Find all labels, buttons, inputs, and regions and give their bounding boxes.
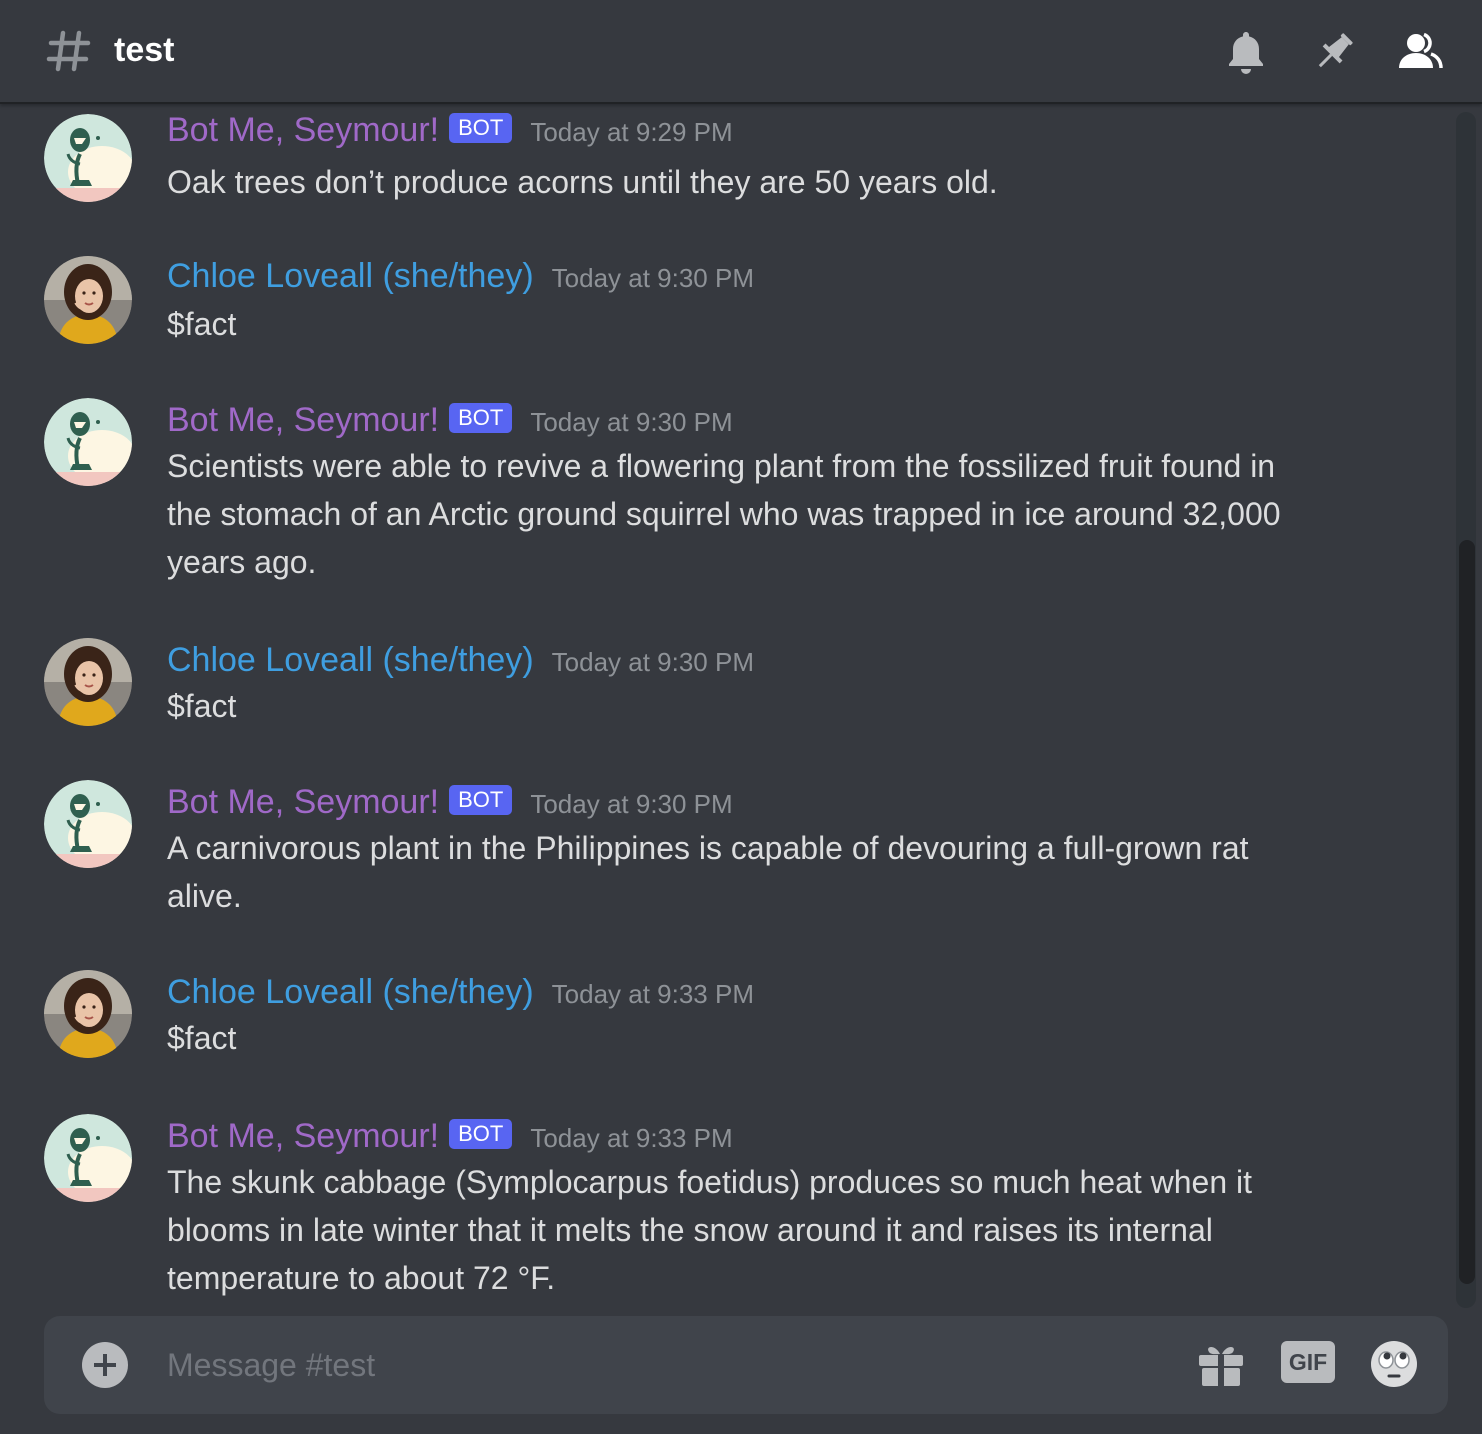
message-timestamp[interactable]: Today at 9:30 PM xyxy=(552,644,754,680)
members-icon[interactable] xyxy=(1396,28,1444,76)
add-icon[interactable] xyxy=(82,1342,128,1388)
bot-tag: BOT xyxy=(449,113,513,143)
message-timestamp[interactable]: Today at 9:30 PM xyxy=(552,260,754,296)
bot-tag: BOT xyxy=(449,403,513,433)
message-author[interactable]: Chloe Loveall (she/they) xyxy=(167,256,534,296)
gif-button[interactable]: GIF xyxy=(1281,1341,1335,1383)
message-line: $fact xyxy=(167,306,237,342)
user-avatar[interactable] xyxy=(44,970,132,1058)
bot-avatar[interactable] xyxy=(44,114,132,202)
user-avatar[interactable] xyxy=(44,638,132,726)
message-composer: GIF xyxy=(44,1316,1448,1414)
message-content: Scientists were able to revive a floweri… xyxy=(167,442,1367,586)
user-avatar[interactable] xyxy=(44,256,132,344)
message-author[interactable]: Bot Me, Seymour! xyxy=(167,1116,439,1156)
gift-icon[interactable] xyxy=(1197,1340,1245,1388)
message-content: A carnivorous plant in the Philippines i… xyxy=(167,824,1367,920)
message-content: The skunk cabbage (Symplocarpus foetidus… xyxy=(167,1158,1367,1302)
message-line: The skunk cabbage (Symplocarpus foetidus… xyxy=(167,1164,1253,1200)
message-content: $fact xyxy=(167,300,1367,348)
discord-channel-view: test Bot Me, Seymour! BOT Today at 9:29 … xyxy=(0,0,1482,1434)
bell-icon[interactable] xyxy=(1222,28,1270,76)
bot-avatar[interactable] xyxy=(44,780,132,868)
message-content: $fact xyxy=(167,1014,1367,1062)
message-content: $fact xyxy=(167,682,1367,730)
bot-tag: BOT xyxy=(449,785,513,815)
message-list: Bot Me, Seymour! BOT Today at 9:29 PM Oa… xyxy=(0,106,1482,1312)
bot-tag: BOT xyxy=(449,1119,513,1149)
message-timestamp[interactable]: Today at 9:33 PM xyxy=(530,1120,732,1156)
message-line: $fact xyxy=(167,1020,237,1056)
bot-avatar[interactable] xyxy=(44,1114,132,1202)
message-line: the stomach of an Arctic ground squirrel… xyxy=(167,496,1281,532)
message-line: Oak trees don’t produce acorns until the… xyxy=(167,164,998,200)
message-timestamp[interactable]: Today at 9:29 PM xyxy=(530,114,732,150)
message-line: $fact xyxy=(167,688,237,724)
channel-header: test xyxy=(0,0,1482,104)
message-line: A carnivorous plant in the Philippines i… xyxy=(167,830,1249,866)
scrollbar-thumb[interactable] xyxy=(1459,540,1475,1284)
message-author[interactable]: Chloe Loveall (she/they) xyxy=(167,640,534,680)
message-line: blooms in late winter that it melts the … xyxy=(167,1212,1213,1248)
message-line: years ago. xyxy=(167,544,317,580)
bot-avatar[interactable] xyxy=(44,398,132,486)
message-timestamp[interactable]: Today at 9:30 PM xyxy=(530,404,732,440)
pin-icon[interactable] xyxy=(1310,28,1358,76)
message-author[interactable]: Bot Me, Seymour! xyxy=(167,782,439,822)
message-input[interactable] xyxy=(167,1340,1167,1390)
message-author[interactable]: Chloe Loveall (she/they) xyxy=(167,972,534,1012)
message-line: temperature to about 72 °F. xyxy=(167,1260,556,1296)
message-timestamp[interactable]: Today at 9:30 PM xyxy=(530,786,732,822)
message-line: alive. xyxy=(167,878,242,914)
message-author[interactable]: Bot Me, Seymour! xyxy=(167,400,439,440)
message-content: Oak trees don’t produce acorns until the… xyxy=(167,158,1367,206)
hashtag-icon xyxy=(46,30,91,72)
message-timestamp[interactable]: Today at 9:33 PM xyxy=(552,976,754,1012)
channel-name: test xyxy=(114,31,175,69)
message-author[interactable]: Bot Me, Seymour! xyxy=(167,110,439,150)
emoji-icon[interactable] xyxy=(1370,1340,1418,1388)
message-line: Scientists were able to revive a floweri… xyxy=(167,448,1276,484)
